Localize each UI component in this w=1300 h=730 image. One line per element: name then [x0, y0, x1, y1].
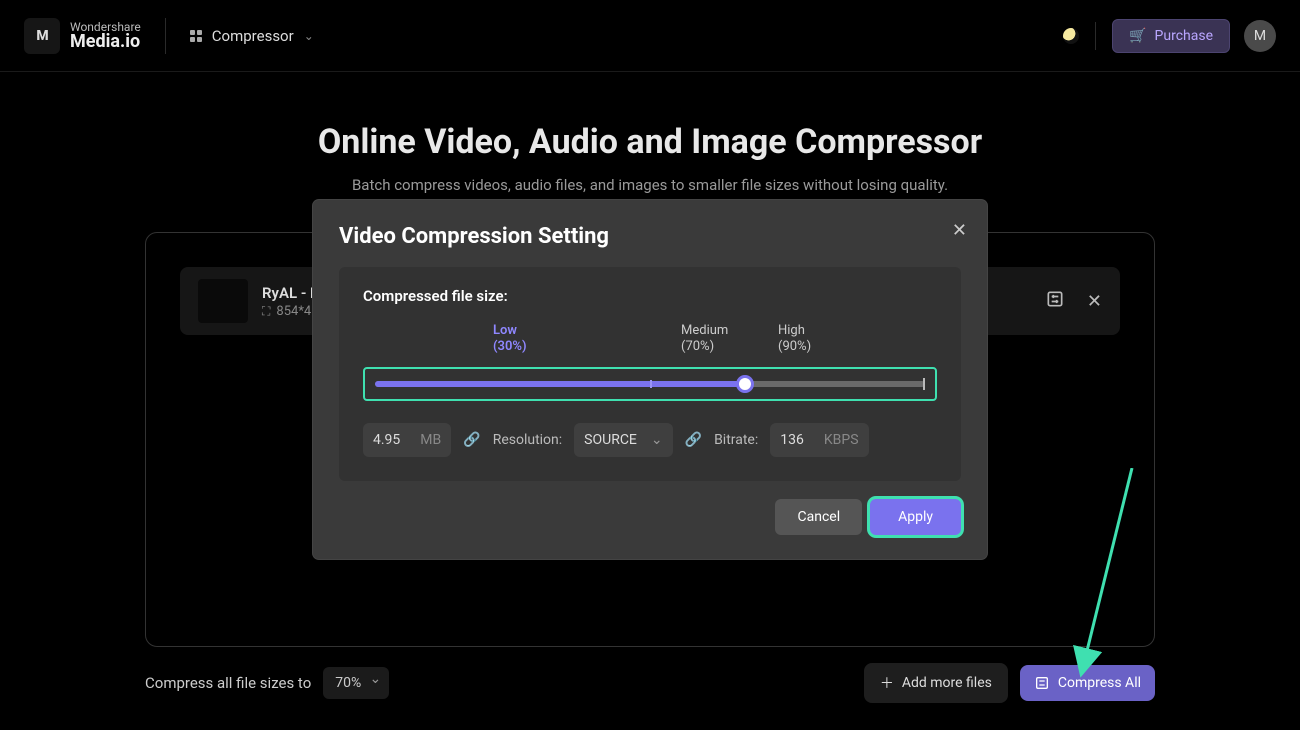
resolution-label: Resolution:: [493, 432, 562, 448]
tool-selector[interactable]: Compressor ⌄: [190, 27, 314, 45]
brand-name-bottom: Media.io: [70, 33, 141, 51]
file-thumbnail: [198, 279, 248, 323]
slider-tick-medium: Medium (70%): [681, 323, 728, 354]
brand-logo[interactable]: M Wondershare Media.io: [24, 18, 166, 54]
cancel-button[interactable]: Cancel: [775, 499, 862, 535]
compressed-size-caption: Compressed file size:: [363, 287, 937, 305]
compression-slider[interactable]: [371, 375, 929, 393]
brand-badge: M: [24, 18, 60, 54]
slider-tick-low: Low (30%): [493, 323, 527, 354]
bitrate-value: 136: [780, 432, 804, 448]
modal-title: Video Compression Setting: [339, 224, 961, 249]
bitrate-label: Bitrate:: [714, 432, 758, 448]
tool-selector-label: Compressor: [212, 27, 294, 45]
apps-icon: [190, 30, 202, 42]
top-bar: M Wondershare Media.io Compressor ⌄ 🛒 Pu…: [0, 0, 1300, 72]
file-remove-icon[interactable]: ✕: [1087, 291, 1102, 312]
file-settings-icon[interactable]: [1045, 289, 1065, 314]
link-icon: 🔗: [463, 432, 480, 448]
compress-all-button[interactable]: Compress All: [1020, 665, 1155, 701]
page-title: Online Video, Audio and Image Compressor: [0, 122, 1300, 162]
compress-percent-select[interactable]: 70%: [323, 667, 389, 699]
link-icon: 🔗: [685, 432, 702, 448]
file-name: RyAL - F: [262, 284, 319, 302]
bottom-bar: Compress all file sizes to 70% ＋ Add mor…: [145, 663, 1155, 703]
bitrate-unit: KBPS: [824, 432, 859, 448]
compression-settings-modal: ✕ Video Compression Setting Compressed f…: [313, 200, 987, 559]
expand-icon: ⛶: [262, 304, 270, 319]
theme-toggle-icon[interactable]: [1063, 28, 1079, 44]
compress-icon: [1034, 675, 1050, 691]
resolution-select[interactable]: SOURCE: [574, 423, 672, 457]
compress-all-label: Compress All: [1058, 675, 1141, 691]
compress-all-sizes-label: Compress all file sizes to: [145, 674, 311, 692]
plus-icon: ＋: [880, 673, 894, 693]
apply-button[interactable]: Apply: [870, 499, 961, 535]
bitrate-field[interactable]: 136 KBPS: [770, 423, 868, 457]
purchase-button[interactable]: 🛒 Purchase: [1112, 19, 1230, 53]
user-avatar[interactable]: M: [1244, 20, 1276, 52]
add-more-files-button[interactable]: ＋ Add more files: [864, 663, 1008, 703]
resolution-value: SOURCE: [584, 432, 637, 448]
target-size-unit: MB: [420, 432, 441, 448]
page-subtitle: Batch compress videos, audio files, and …: [0, 176, 1300, 194]
close-icon[interactable]: ✕: [952, 220, 967, 241]
target-size-field[interactable]: 4.95 MB: [363, 423, 451, 457]
cart-icon: 🛒: [1129, 28, 1146, 44]
slider-highlight: [363, 367, 937, 401]
target-size-value: 4.95: [373, 432, 400, 448]
file-resolution: ⛶ 854*48: [262, 304, 319, 319]
purchase-label: Purchase: [1155, 28, 1213, 44]
slider-tick-high: High (90%): [778, 323, 811, 354]
slider-thumb[interactable]: [736, 375, 754, 393]
chevron-down-icon: ⌄: [304, 29, 314, 43]
add-more-files-label: Add more files: [902, 675, 992, 691]
